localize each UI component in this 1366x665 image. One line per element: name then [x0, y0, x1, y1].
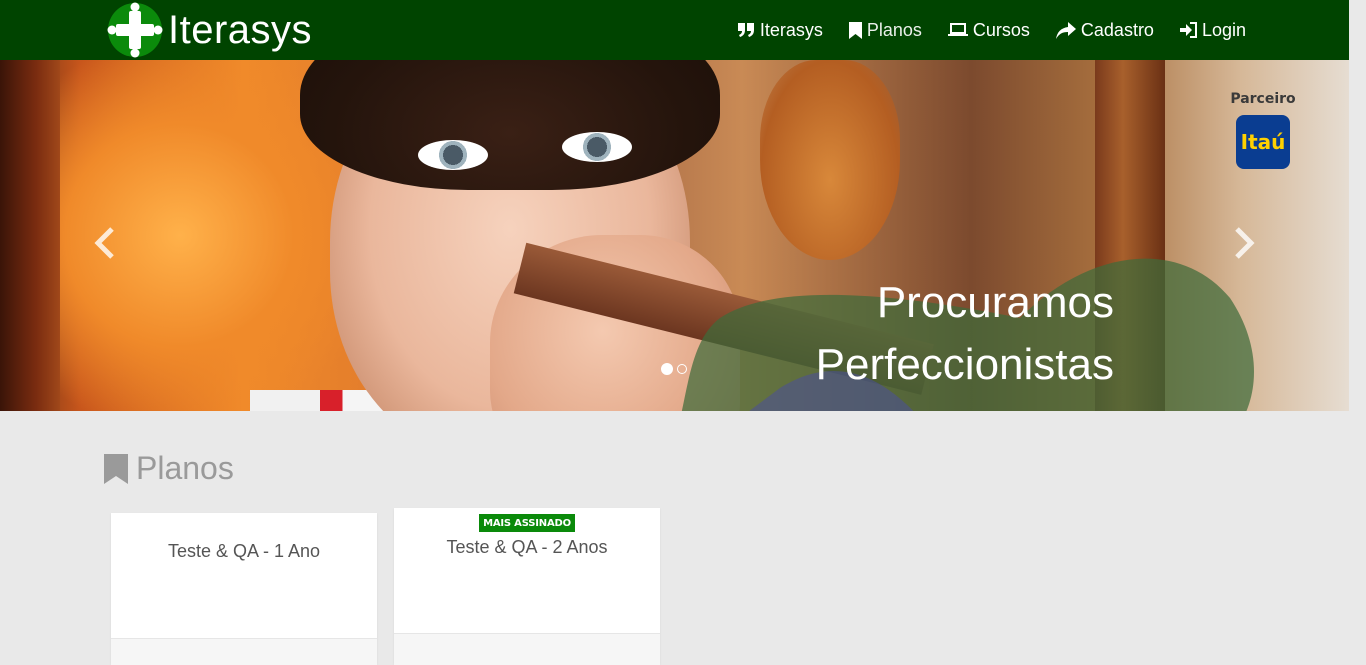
carousel-photo [0, 60, 60, 411]
nav-item-login[interactable]: Login [1179, 19, 1246, 41]
carousel-indicator-2[interactable] [677, 364, 687, 374]
cross-dots-logo-icon [107, 2, 163, 58]
nav-item-label: Cursos [972, 19, 1030, 40]
plan-card-1-ano[interactable]: Teste & QA - 1 Ano [111, 513, 377, 665]
main-nav: Iterasys Planos Cursos Cadastro Login [737, 0, 1246, 60]
plans-heading: Planos [104, 450, 234, 487]
carousel-next-button[interactable] [1233, 226, 1257, 265]
chevron-left-icon [94, 227, 114, 259]
quote-icon [737, 23, 754, 37]
share-arrow-icon [1055, 21, 1076, 39]
caption-line-1: Procuramos [876, 278, 1114, 327]
caption-line-2: Perfeccionistas [815, 340, 1114, 389]
hero-carousel: Procuramos Perfeccionistas Parceiro Itaú [0, 60, 1349, 411]
nav-item-label: Login [1201, 19, 1246, 40]
carousel-caption: Procuramos Perfeccionistas [816, 272, 1114, 396]
top-navbar: Iterasys Iterasys Planos Cursos Cadastro… [0, 0, 1349, 60]
nav-item-label: Cadastro [1080, 19, 1154, 40]
plan-card-footer [111, 638, 377, 665]
plan-title: Teste & QA - 1 Ano [167, 541, 321, 561]
bookmark-icon [104, 453, 128, 484]
partner-logo: Itaú [1236, 115, 1290, 169]
partner-label: Parceiro [1230, 91, 1296, 107]
bookmark-icon [848, 21, 862, 39]
plan-card-2-anos[interactable]: MAIS ASSINADO Teste & QA - 2 Anos [394, 508, 660, 665]
carousel-indicator-1[interactable] [661, 363, 673, 375]
chevron-right-icon [1235, 227, 1255, 259]
plans-title: Planos [136, 450, 234, 486]
laptop-icon [947, 23, 968, 36]
nav-item-cadastro[interactable]: Cadastro [1055, 19, 1154, 41]
plan-card-footer [394, 633, 660, 665]
nav-item-planos[interactable]: Planos [848, 19, 922, 41]
carousel-indicators [661, 363, 687, 375]
brand-logo-link[interactable]: Iterasys [107, 2, 312, 58]
sign-in-icon [1179, 22, 1197, 38]
carousel-prev-button[interactable] [92, 226, 116, 265]
brand-name: Iterasys [168, 7, 313, 52]
nav-item-iterasys[interactable]: Iterasys [737, 20, 823, 41]
nav-item-cursos[interactable]: Cursos [947, 19, 1030, 41]
nav-item-label: Planos [866, 19, 922, 40]
nav-item-label: Iterasys [759, 19, 823, 40]
plan-title: Teste & QA - 2 Anos [446, 537, 608, 557]
partner-badge: Parceiro Itaú [1229, 91, 1297, 169]
